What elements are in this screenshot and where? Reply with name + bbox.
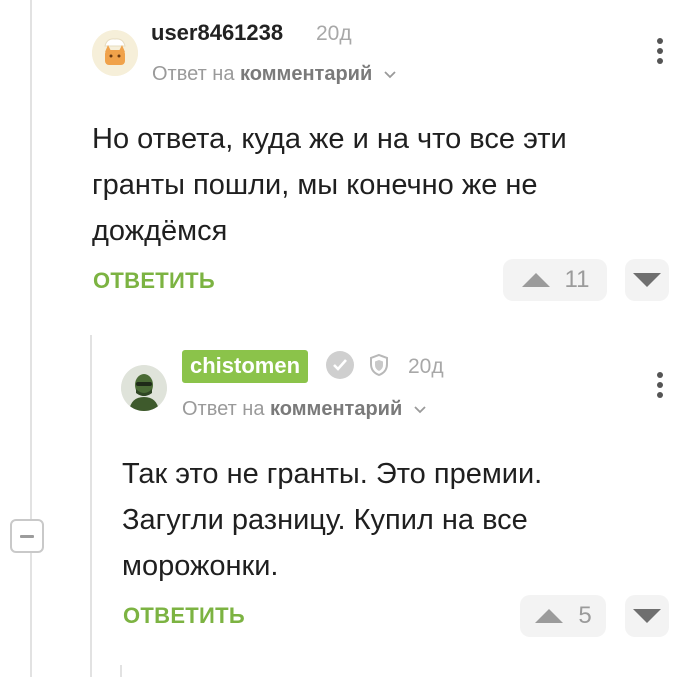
reply-target: комментарий bbox=[270, 398, 403, 420]
comment-text-line: Загугли разницу. Купил на все bbox=[122, 504, 528, 536]
arrow-down-icon bbox=[633, 273, 661, 287]
arrow-up-icon bbox=[535, 609, 564, 623]
comment-text: Но ответа, куда же и на что все эти гран… bbox=[92, 116, 567, 254]
collapse-thread-button[interactable] bbox=[10, 519, 44, 553]
comment-text-line: Так это не гранты. Это премии. bbox=[122, 458, 543, 490]
comment-time: 20д bbox=[316, 22, 352, 45]
comment-time: 20д bbox=[408, 355, 444, 378]
reply-button[interactable]: ОТВЕТИТЬ bbox=[123, 603, 245, 629]
reply-target: комментарий bbox=[240, 63, 373, 85]
reply-prefix: Ответ на bbox=[182, 398, 265, 420]
comment-text-line: гранты пошли, мы конечно же не bbox=[92, 169, 538, 201]
comment-text: Так это не гранты. Это премии. Загугли р… bbox=[122, 451, 542, 589]
chevron-down-icon bbox=[384, 71, 396, 78]
avatar-cat-chef-icon bbox=[92, 30, 138, 76]
reply-to-link[interactable]: Ответ на комментарий bbox=[152, 63, 396, 86]
reply-prefix: Ответ на bbox=[152, 63, 235, 85]
comment-username[interactable]: user8461238 bbox=[151, 20, 283, 46]
more-vertical-icon[interactable] bbox=[650, 34, 670, 68]
comment-text-line: дождёмся bbox=[92, 215, 228, 247]
reply-to-link[interactable]: Ответ на комментарий bbox=[182, 398, 426, 421]
comment-username[interactable]: chistomen bbox=[182, 350, 309, 383]
comment-text-line: Но ответа, куда же и на что все эти bbox=[92, 123, 567, 155]
avatar[interactable] bbox=[92, 30, 138, 76]
nested-thread-line bbox=[120, 665, 122, 677]
arrow-up-icon bbox=[521, 273, 550, 287]
thread-line bbox=[30, 0, 32, 677]
comment-text-line: морожонки. bbox=[122, 550, 279, 582]
downvote-button[interactable] bbox=[625, 595, 669, 637]
chevron-down-icon bbox=[414, 406, 426, 413]
shield-icon bbox=[370, 353, 388, 377]
vote-count: 11 bbox=[564, 266, 590, 293]
downvote-button[interactable] bbox=[625, 259, 669, 301]
collapse-minus-icon bbox=[20, 534, 34, 538]
more-vertical-icon[interactable] bbox=[650, 368, 670, 402]
arrow-down-icon bbox=[633, 609, 661, 623]
upvote-button[interactable]: 11 bbox=[503, 259, 607, 301]
vote-count: 5 bbox=[578, 602, 592, 629]
avatar-soldier-icon bbox=[121, 365, 167, 411]
reply-button[interactable]: ОТВЕТИТЬ bbox=[93, 268, 215, 294]
reply-thread-line bbox=[90, 335, 92, 677]
verified-check-icon bbox=[326, 351, 354, 379]
upvote-button[interactable]: 5 bbox=[520, 595, 606, 637]
avatar[interactable] bbox=[121, 365, 167, 411]
